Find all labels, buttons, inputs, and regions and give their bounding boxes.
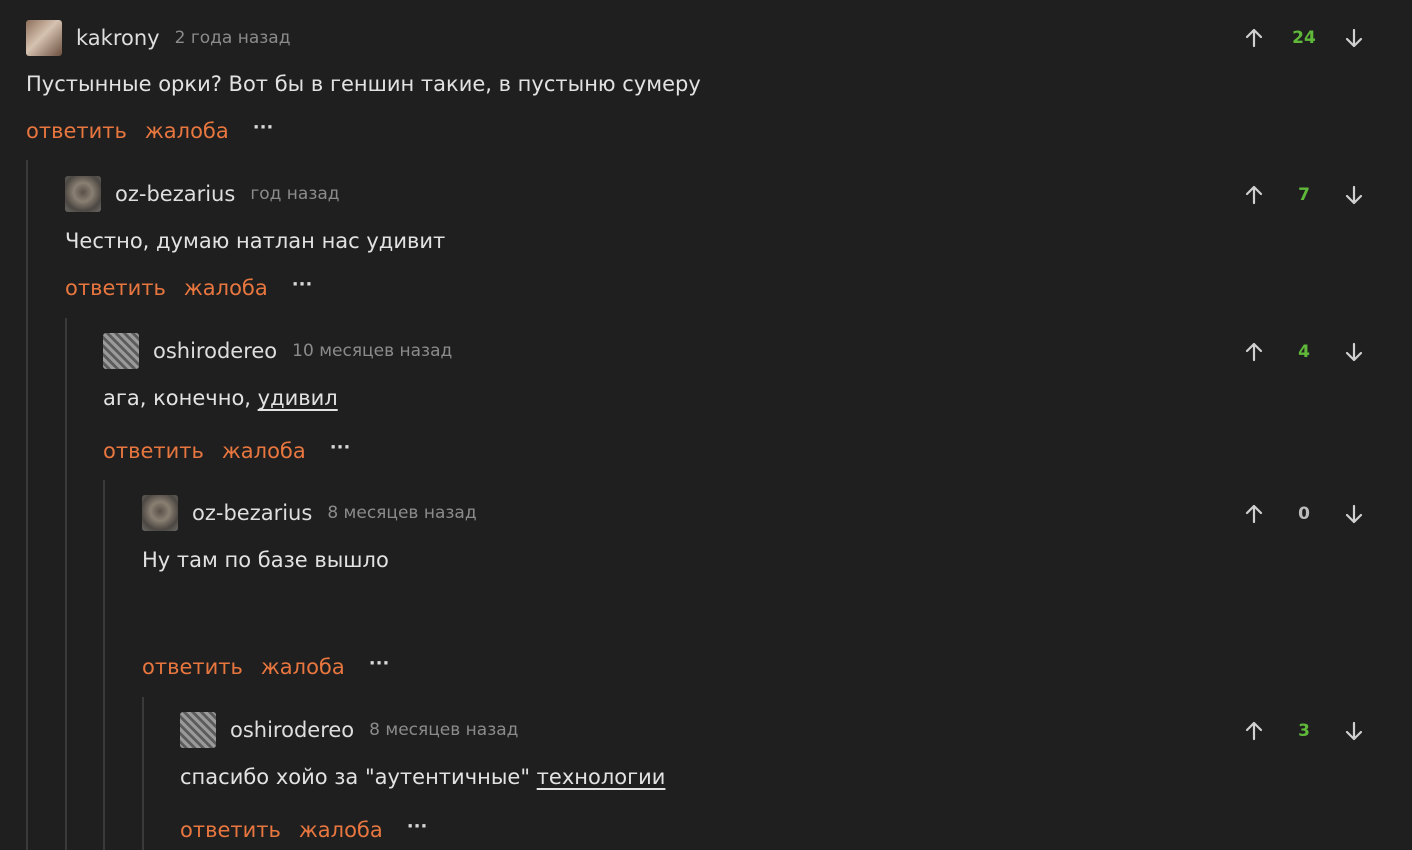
timestamp: 8 месяцев назад bbox=[369, 720, 519, 740]
comment-actions: ответить жалоба ··· bbox=[142, 652, 389, 682]
arrow-down-icon bbox=[1345, 28, 1363, 48]
report-button[interactable]: жалоба bbox=[145, 119, 229, 143]
comment-text-plain: ага, конечно, bbox=[103, 386, 258, 410]
comment-text: Честно, думаю натлан нас удивит bbox=[65, 229, 446, 253]
comment-thread: kakrony 2 года назад 24 Пустынные орки? … bbox=[0, 0, 1412, 850]
thread-line[interactable] bbox=[26, 160, 28, 850]
arrow-up-icon bbox=[1245, 28, 1263, 48]
reply-button[interactable]: ответить bbox=[26, 119, 127, 143]
downvote-button[interactable] bbox=[1334, 495, 1374, 533]
downvote-button[interactable] bbox=[1334, 333, 1374, 371]
arrow-up-icon bbox=[1245, 504, 1263, 524]
comment-text-link[interactable]: технологии bbox=[537, 765, 666, 789]
downvote-button[interactable] bbox=[1334, 712, 1374, 750]
downvote-button[interactable] bbox=[1334, 19, 1374, 57]
arrow-down-icon bbox=[1345, 185, 1363, 205]
report-button[interactable]: жалоба bbox=[222, 439, 306, 463]
username[interactable]: oz-bezarius bbox=[115, 182, 235, 206]
more-options-icon[interactable]: ··· bbox=[369, 655, 390, 675]
username[interactable]: oz-bezarius bbox=[192, 501, 312, 525]
score: 24 bbox=[1292, 28, 1316, 48]
more-options-icon[interactable]: ··· bbox=[253, 119, 274, 139]
more-options-icon[interactable]: ··· bbox=[407, 818, 428, 838]
vote-controls: 7 bbox=[1234, 176, 1374, 214]
comment-text: Пустынные орки? Вот бы в геншин такие, в… bbox=[26, 72, 701, 96]
score: 7 bbox=[1298, 185, 1310, 205]
arrow-down-icon bbox=[1345, 721, 1363, 741]
upvote-button[interactable] bbox=[1234, 495, 1274, 533]
reply-button[interactable]: ответить bbox=[103, 439, 204, 463]
comment-actions: ответить жалоба ··· bbox=[65, 273, 312, 303]
vote-controls: 0 bbox=[1234, 495, 1374, 533]
comment-text: Ну там по базе вышло bbox=[142, 548, 389, 572]
downvote-button[interactable] bbox=[1334, 176, 1374, 214]
reply-button[interactable]: ответить bbox=[180, 818, 281, 842]
timestamp: 2 года назад bbox=[174, 28, 291, 48]
avatar[interactable] bbox=[65, 176, 101, 212]
username[interactable]: kakrony bbox=[76, 26, 160, 50]
avatar[interactable] bbox=[180, 712, 216, 748]
vote-controls: 4 bbox=[1234, 333, 1374, 371]
more-options-icon[interactable]: ··· bbox=[292, 276, 313, 296]
comment-text-plain: спасибо хойо за "аутентичные" bbox=[180, 765, 537, 789]
comment-header: oshirodereo 10 месяцев назад bbox=[103, 332, 452, 370]
comment-header: oshirodereo 8 месяцев назад bbox=[180, 711, 518, 749]
comment-actions: ответить жалоба ··· bbox=[103, 436, 350, 466]
upvote-button[interactable] bbox=[1234, 19, 1274, 57]
score: 4 bbox=[1298, 342, 1310, 362]
arrow-up-icon bbox=[1245, 185, 1263, 205]
comment-header: oz-bezarius 8 месяцев назад bbox=[142, 494, 477, 532]
more-options-icon[interactable]: ··· bbox=[330, 439, 351, 459]
comment-header: oz-bezarius год назад bbox=[65, 175, 340, 213]
report-button[interactable]: жалоба bbox=[261, 655, 345, 679]
thread-line[interactable] bbox=[103, 480, 105, 850]
avatar[interactable] bbox=[26, 20, 62, 56]
arrow-up-icon bbox=[1245, 721, 1263, 741]
timestamp: 10 месяцев назад bbox=[292, 341, 453, 361]
arrow-up-icon bbox=[1245, 342, 1263, 362]
upvote-button[interactable] bbox=[1234, 333, 1274, 371]
report-button[interactable]: жалоба bbox=[184, 276, 268, 300]
comment-header: kakrony 2 года назад bbox=[26, 19, 290, 57]
vote-controls: 24 bbox=[1234, 19, 1374, 57]
avatar[interactable] bbox=[103, 333, 139, 369]
arrow-down-icon bbox=[1345, 504, 1363, 524]
comment-text: спасибо хойо за "аутентичные" технологии bbox=[180, 765, 665, 789]
thread-line[interactable] bbox=[142, 697, 144, 850]
thread-line[interactable] bbox=[65, 318, 67, 850]
score: 0 bbox=[1298, 504, 1310, 524]
reply-button[interactable]: ответить bbox=[142, 655, 243, 679]
comment-text-link[interactable]: удивил bbox=[258, 386, 338, 410]
score: 3 bbox=[1298, 721, 1310, 741]
comment-actions: ответить жалоба ··· bbox=[26, 116, 273, 146]
upvote-button[interactable] bbox=[1234, 712, 1274, 750]
timestamp: год назад bbox=[250, 184, 340, 204]
arrow-down-icon bbox=[1345, 342, 1363, 362]
timestamp: 8 месяцев назад bbox=[327, 503, 477, 523]
username[interactable]: oshirodereo bbox=[153, 339, 277, 363]
report-button[interactable]: жалоба bbox=[299, 818, 383, 842]
username[interactable]: oshirodereo bbox=[230, 718, 354, 742]
comment-text: ага, конечно, удивил bbox=[103, 386, 338, 410]
avatar[interactable] bbox=[142, 495, 178, 531]
comment-actions: ответить жалоба ··· bbox=[180, 815, 427, 845]
vote-controls: 3 bbox=[1234, 712, 1374, 750]
reply-button[interactable]: ответить bbox=[65, 276, 166, 300]
upvote-button[interactable] bbox=[1234, 176, 1274, 214]
